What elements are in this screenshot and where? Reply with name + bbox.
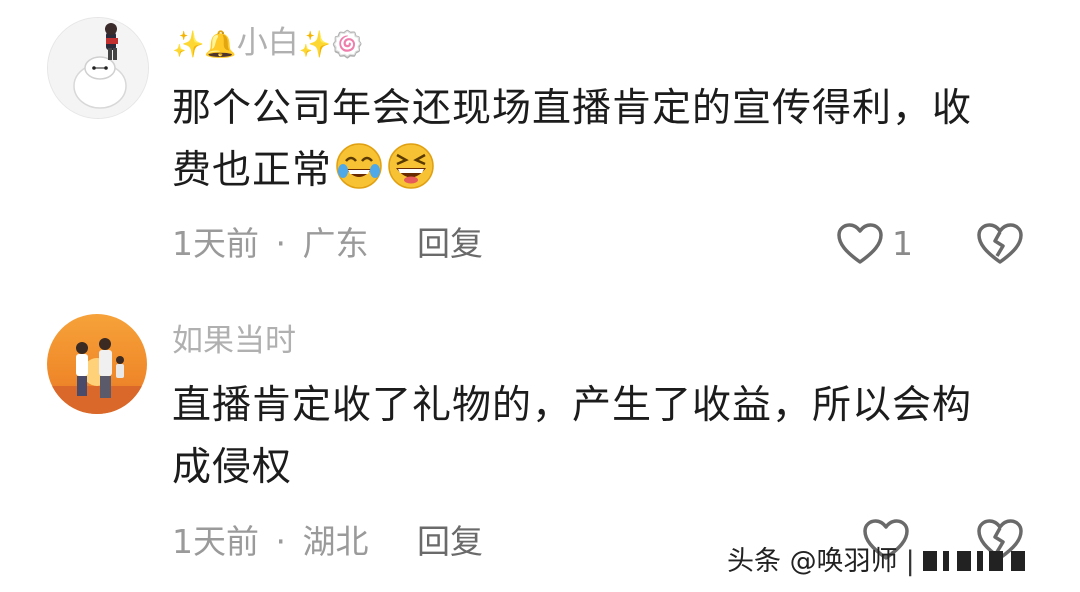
watermark-text: 头条 @唤羽师 bbox=[727, 546, 898, 577]
comment-content-line: 成侵权 bbox=[172, 445, 293, 490]
avatar-baymax-icon bbox=[48, 18, 148, 118]
meta-separator: · bbox=[275, 522, 287, 561]
comment-content-line: 直播肯定收了礼物的，产生了收益，所以会构 bbox=[172, 383, 973, 428]
rofl-emoji-icon bbox=[336, 143, 382, 189]
comment-time: 1天前 bbox=[172, 224, 259, 263]
comment-content-line: 费也正常 bbox=[172, 140, 1032, 202]
username[interactable]: ✨🔔小白✨🍥 bbox=[172, 23, 364, 65]
like-button[interactable]: 1 bbox=[836, 222, 913, 266]
username[interactable]: 如果当时 bbox=[172, 321, 296, 361]
watermark-separator: | bbox=[905, 546, 915, 577]
heart-icon bbox=[837, 223, 883, 264]
avatar[interactable] bbox=[47, 17, 149, 119]
meta-separator: · bbox=[275, 224, 287, 263]
like-count: 1 bbox=[892, 224, 913, 263]
comment-content-text: 费也正常 bbox=[172, 148, 333, 193]
username-decoration-right: ✨🍥 bbox=[298, 30, 364, 60]
reply-button[interactable]: 回复 bbox=[417, 224, 483, 263]
comment-meta: 1天前 · 广东 回复 bbox=[172, 224, 483, 264]
comment-meta: 1天前 · 湖北 回复 bbox=[172, 522, 483, 562]
reply-button[interactable]: 回复 bbox=[417, 522, 483, 561]
avatar-couple-sunset-icon bbox=[47, 314, 147, 414]
username-decoration-left: ✨🔔 bbox=[172, 30, 237, 60]
comment-content: 直播肯定收了礼物的，产生了收益，所以会构 成侵权 bbox=[172, 375, 1032, 499]
broken-heart-icon bbox=[977, 223, 1023, 264]
comment-content: 那个公司年会还现场直播肯定的宣传得利，收 费也正常 bbox=[172, 78, 1032, 202]
comment-content-line: 那个公司年会还现场直播肯定的宣传得利，收 bbox=[172, 86, 973, 131]
comment-location: 湖北 bbox=[302, 522, 369, 561]
laughing-emoji-icon bbox=[388, 143, 434, 189]
comment-location: 广东 bbox=[302, 224, 369, 263]
watermark-logo-icon bbox=[922, 551, 1025, 571]
dislike-button[interactable] bbox=[976, 222, 1024, 270]
username-text: 小白 bbox=[236, 25, 299, 61]
comment-time: 1天前 bbox=[172, 522, 259, 561]
avatar[interactable] bbox=[47, 314, 147, 414]
username-text: 如果当时 bbox=[172, 323, 296, 359]
watermark: 头条 @唤羽师 | bbox=[727, 544, 1033, 580]
